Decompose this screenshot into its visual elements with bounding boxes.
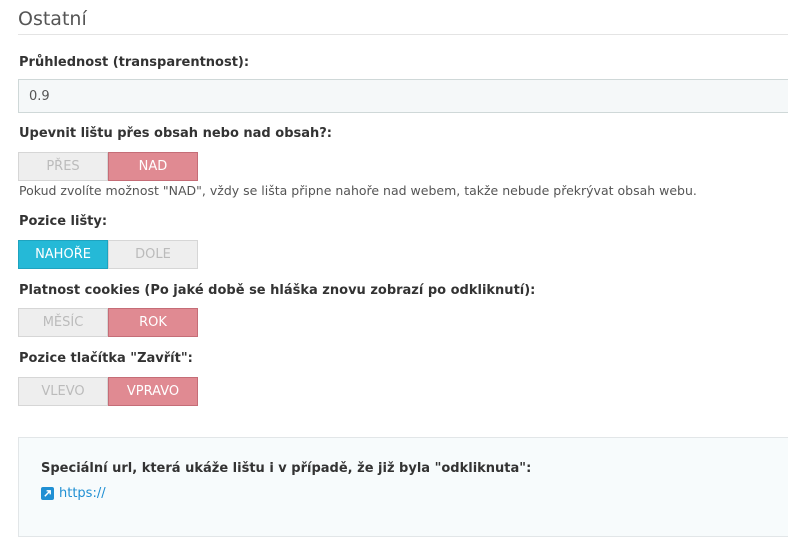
cookie-validity-option-year[interactable]: ROK (108, 308, 198, 337)
section-divider (18, 34, 788, 35)
special-url-label: Speciální url, která ukáže lištu i v pří… (41, 461, 532, 476)
transparency-label: Průhlednost (transparentnost): (19, 55, 250, 70)
cookie-validity-option-month[interactable]: MĚSÍC (18, 308, 108, 337)
bar-position-option-bottom[interactable]: DOLE (108, 240, 198, 269)
cookie-validity-label: Platnost cookies (Po jaké době se hláška… (19, 283, 536, 298)
transparency-input[interactable] (18, 79, 788, 113)
close-button-position-toggle: VLEVO VPRAVO (18, 377, 198, 406)
close-button-position-label: Pozice tlačítka "Zavřít": (19, 351, 193, 366)
section-title: Ostatní (18, 8, 87, 30)
special-url-link[interactable]: https:// (59, 486, 106, 501)
special-url-panel: Speciální url, která ukáže lištu i v pří… (18, 437, 788, 537)
fix-bar-toggle: PŘES NAD (18, 152, 198, 181)
cookie-validity-toggle: MĚSÍC ROK (18, 308, 198, 337)
fix-bar-label: Upevnit lištu přes obsah nebo nad obsah?… (19, 126, 333, 141)
close-position-option-right[interactable]: VPRAVO (108, 377, 198, 406)
bar-position-label: Pozice lišty: (19, 214, 108, 229)
fix-bar-help-text: Pokud zvolíte možnost "NAD", vždy se liš… (19, 183, 697, 198)
fix-bar-option-above[interactable]: NAD (108, 152, 198, 181)
close-position-option-left[interactable]: VLEVO (18, 377, 108, 406)
fix-bar-option-over[interactable]: PŘES (18, 152, 108, 181)
external-link-icon (41, 487, 54, 500)
bar-position-toggle: NAHOŘE DOLE (18, 240, 198, 269)
bar-position-option-top[interactable]: NAHOŘE (18, 240, 108, 269)
special-url-row: https:// (41, 486, 106, 501)
